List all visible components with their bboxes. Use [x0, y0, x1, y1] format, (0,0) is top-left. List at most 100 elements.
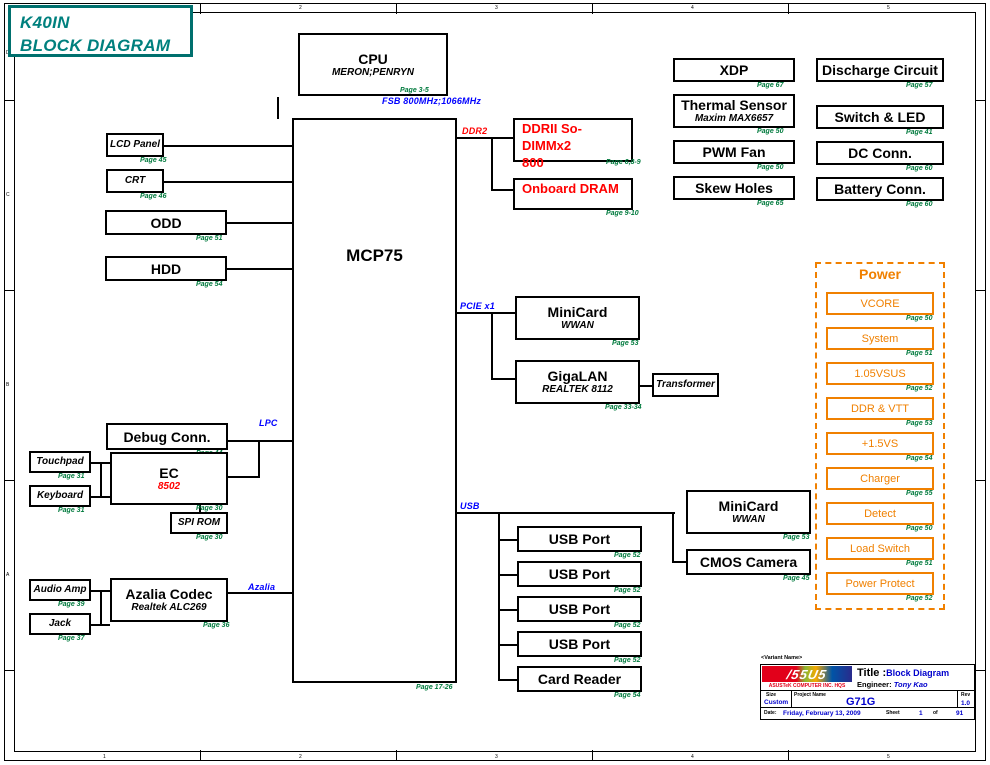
- block-spi-rom[interactable]: SPI ROM: [170, 512, 228, 534]
- size-value: Custom: [764, 699, 789, 706]
- wire-onboard-dram: [491, 189, 513, 191]
- block-skew-holes[interactable]: Skew Holes: [673, 176, 795, 200]
- block-gigalan-sub: REALTEK 8112: [542, 384, 613, 395]
- wire-pcie-gigalan: [491, 378, 515, 380]
- zone-label-row-c: C: [6, 192, 10, 198]
- block-ec-sub: 8502: [157, 480, 181, 492]
- block-crt[interactable]: CRT: [106, 169, 164, 193]
- power-item-1p5vs-label: +1.5VS: [861, 437, 899, 450]
- block-switch-led[interactable]: Switch & LED: [816, 105, 944, 129]
- block-minicard-usb[interactable]: MiniCard WWAN: [686, 490, 811, 534]
- block-hdd[interactable]: HDD: [105, 256, 227, 281]
- title-field-value: Block Diagram: [886, 668, 950, 678]
- block-transformer-name: Transformer: [656, 379, 715, 390]
- power-item-system[interactable]: System: [826, 327, 934, 350]
- power-item-system-page: Page 51: [906, 350, 933, 357]
- zone-tick: [200, 3, 201, 14]
- block-gigalan[interactable]: GigaLAN REALTEK 8112: [515, 360, 640, 404]
- block-dc-conn[interactable]: DC Conn.: [816, 141, 944, 165]
- block-crt-page: Page 46: [140, 193, 167, 200]
- power-item-charger[interactable]: Charger: [826, 467, 934, 490]
- power-item-1p05vsus[interactable]: 1.05VSUS: [826, 362, 934, 385]
- block-lcd-panel-name: LCD Panel: [109, 139, 160, 150]
- wire-usb-port-3: [498, 609, 517, 611]
- title-block-row-1: /55U5 ASUSTeK COMPUTER INC. HQS Title :B…: [761, 665, 974, 691]
- block-usb-port-3[interactable]: USB Port: [517, 596, 642, 622]
- wire-odd-mcp75: [227, 222, 292, 224]
- zone-tick: [788, 750, 789, 761]
- block-jack-name: Jack: [48, 618, 72, 629]
- power-item-detect[interactable]: Detect: [826, 502, 934, 525]
- zone-label-col-2: 2: [299, 5, 302, 11]
- asus-logo-text: /55U5: [785, 666, 829, 682]
- block-battery-conn-name: Battery Conn.: [834, 181, 926, 197]
- block-keyboard[interactable]: Keyboard: [29, 485, 91, 507]
- block-cpu-page: Page 3-5: [400, 87, 429, 94]
- power-item-load-switch[interactable]: Load Switch: [826, 537, 934, 560]
- block-thermal-sensor-page: Page 50: [757, 128, 784, 135]
- block-discharge-circuit[interactable]: Discharge Circuit: [816, 58, 944, 82]
- block-odd[interactable]: ODD: [105, 210, 227, 235]
- block-skew-holes-page: Page 65: [757, 200, 784, 207]
- block-debug-conn[interactable]: Debug Conn.: [106, 423, 228, 450]
- wire-card-reader: [498, 679, 517, 681]
- power-item-vcore-page: Page 50: [906, 315, 933, 322]
- block-pwm-fan-name: PWM Fan: [702, 144, 766, 160]
- block-dc-conn-page: Page 60: [906, 165, 933, 172]
- block-xdp[interactable]: XDP: [673, 58, 795, 82]
- block-azalia-codec[interactable]: Azalia Codec Realtek ALC269: [110, 578, 228, 622]
- wire-input-trunk: [100, 462, 102, 496]
- wire-usb-camera: [672, 561, 686, 563]
- power-item-detect-label: Detect: [864, 507, 896, 520]
- power-item-power-protect-page: Page 52: [906, 595, 933, 602]
- block-jack[interactable]: Jack: [29, 613, 91, 635]
- block-usb-port-4-name: USB Port: [548, 636, 611, 652]
- block-usb-port-1-name: USB Port: [548, 531, 611, 547]
- date-value: Friday, February 13, 2009: [783, 710, 861, 717]
- block-usb-port-4[interactable]: USB Port: [517, 631, 642, 657]
- power-item-ddr-vtt[interactable]: DDR & VTT: [826, 397, 934, 420]
- zone-label-col-4: 4: [691, 5, 694, 11]
- block-mcp75[interactable]: MCP75: [292, 118, 457, 683]
- block-card-reader[interactable]: Card Reader: [517, 666, 642, 692]
- block-ddrii-sodimm[interactable]: DDRII So-DIMMx2 800: [513, 118, 633, 170]
- block-odd-page: Page 51: [196, 235, 223, 242]
- wire-ddr-branch: [491, 137, 493, 190]
- block-minicard-usb-page: Page 53: [783, 534, 810, 541]
- block-spi-rom-name: SPI ROM: [177, 517, 221, 528]
- block-ec[interactable]: EC 8502: [110, 452, 228, 505]
- block-minicard-pcie-page: Page 53: [612, 340, 639, 347]
- block-pwm-fan[interactable]: PWM Fan: [673, 140, 795, 164]
- wire-usb-port-2: [498, 574, 517, 576]
- block-usb-port-4-page: Page 52: [614, 657, 641, 664]
- block-cmos-camera[interactable]: CMOS Camera: [686, 549, 811, 575]
- engineer-field: Engineer: Tony Kao: [857, 680, 928, 689]
- block-minicard-pcie[interactable]: MiniCard WWAN: [515, 296, 640, 340]
- zone-tick: [976, 290, 986, 291]
- block-transformer[interactable]: Transformer: [652, 373, 719, 397]
- wire-mcp75-ddr: [457, 137, 513, 139]
- block-cmos-camera-page: Page 45: [783, 575, 810, 582]
- zone-label-col-3: 3: [495, 5, 498, 11]
- block-xdp-name: XDP: [719, 62, 749, 78]
- block-onboard-dram[interactable]: Onboard DRAM: [513, 178, 633, 210]
- block-audio-amp[interactable]: Audio Amp: [29, 579, 91, 601]
- block-battery-conn[interactable]: Battery Conn.: [816, 177, 944, 201]
- block-usb-port-2[interactable]: USB Port: [517, 561, 642, 587]
- bus-label-usb: USB: [460, 501, 480, 511]
- block-touchpad[interactable]: Touchpad: [29, 451, 91, 473]
- block-lcd-panel[interactable]: LCD Panel: [106, 133, 164, 157]
- wire-audio-trunk: [100, 590, 102, 624]
- power-item-1p5vs[interactable]: +1.5VS: [826, 432, 934, 455]
- wire-usb-port-1: [498, 539, 517, 541]
- zone-label-col-5: 5: [887, 5, 890, 11]
- block-usb-port-1[interactable]: USB Port: [517, 526, 642, 552]
- power-item-ddr-vtt-page: Page 53: [906, 420, 933, 427]
- block-minicard-pcie-sub: WWAN: [561, 320, 594, 331]
- block-thermal-sensor[interactable]: Thermal Sensor Maxim MAX6657: [673, 94, 795, 128]
- power-item-vcore[interactable]: VCORE: [826, 292, 934, 315]
- size-label: Size: [766, 692, 777, 698]
- block-cpu-sub: MERON;PENRYN: [331, 66, 415, 78]
- power-item-power-protect[interactable]: Power Protect: [826, 572, 934, 595]
- power-item-ddr-vtt-label: DDR & VTT: [850, 402, 910, 415]
